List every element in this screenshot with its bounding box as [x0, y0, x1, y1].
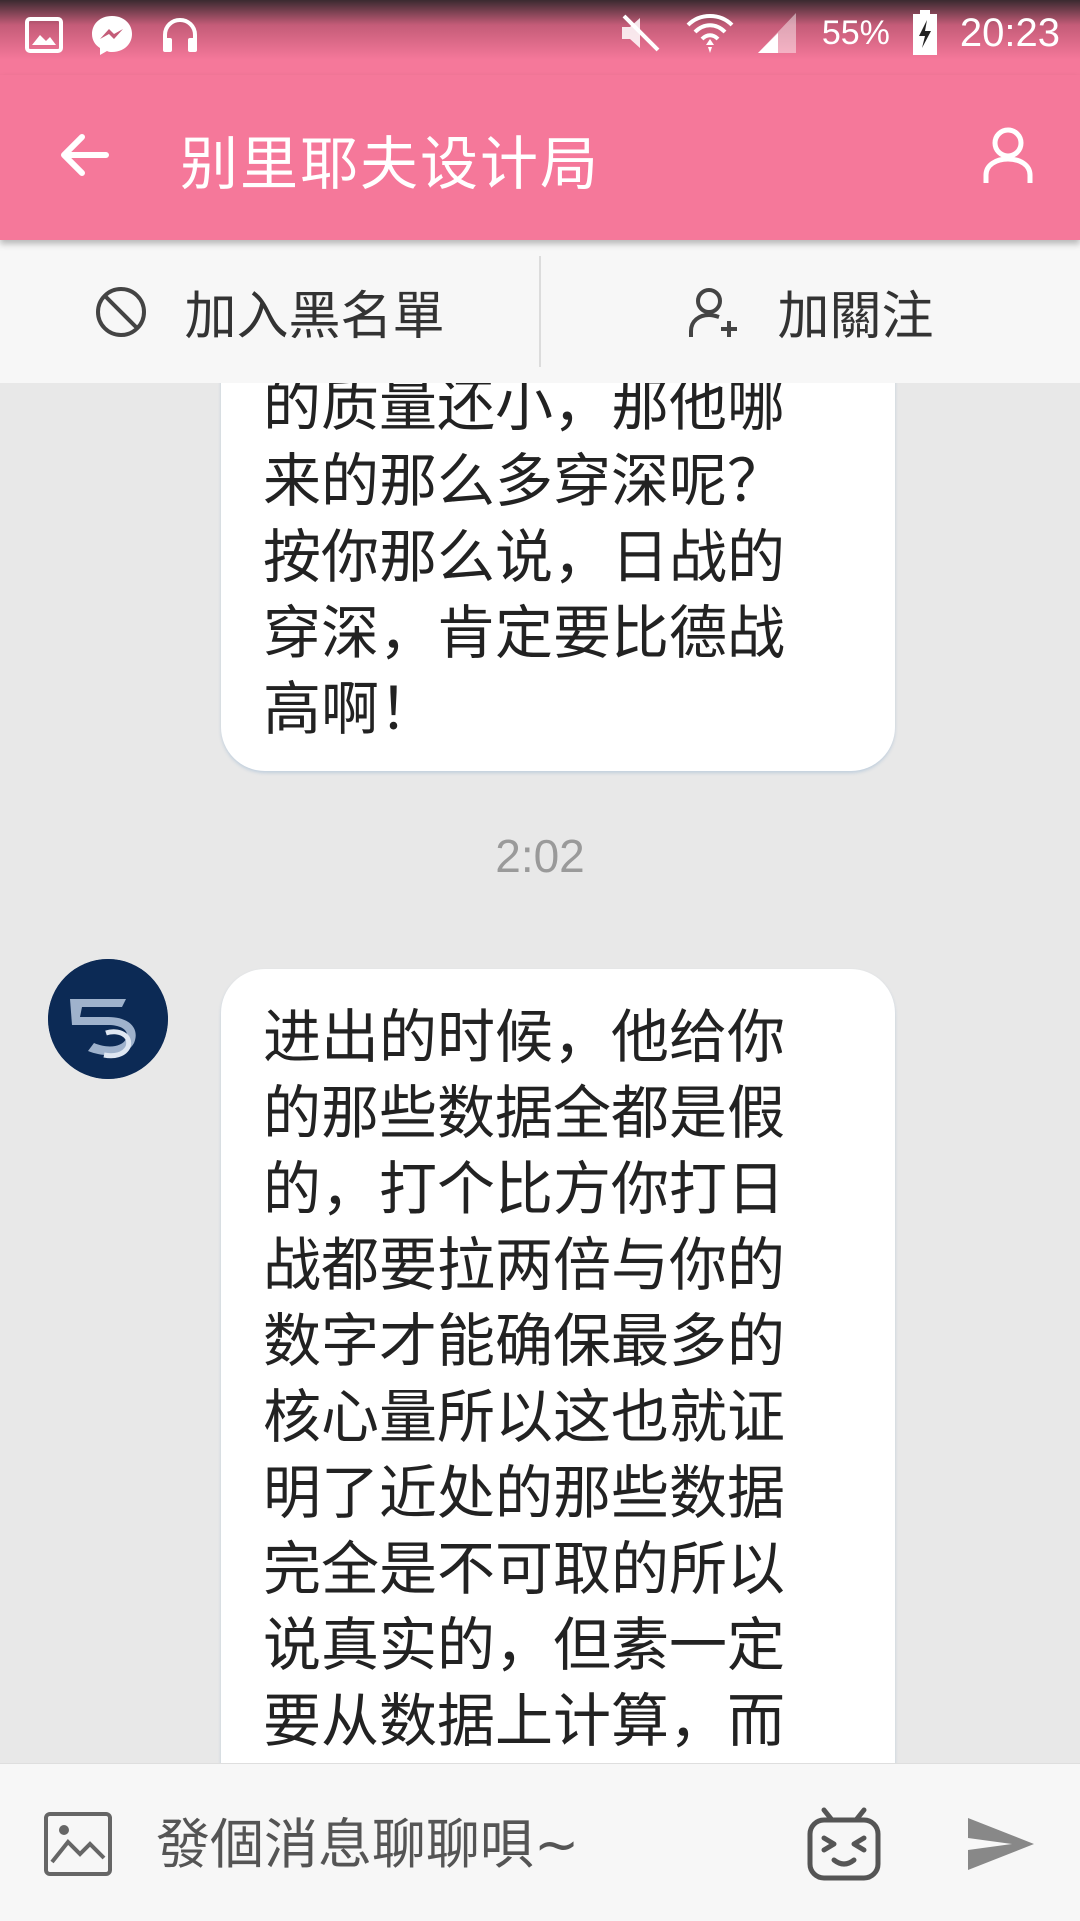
avatar[interactable] [48, 959, 168, 1079]
mute-icon [621, 14, 660, 52]
battery-percent: 55% [821, 13, 890, 52]
message-list[interactable]: 的质量还小，那他哪 来的那么多穿深呢？ 按你那么说，日战的 穿深，肯定要比德战 … [0, 383, 1080, 1763]
app-bar: 别里耶夫设计局 [0, 75, 1080, 240]
blacklist-label: 加入黑名單 [184, 287, 445, 347]
back-arrow-icon[interactable] [54, 125, 114, 185]
profile-icon[interactable] [980, 125, 1036, 185]
battery-charging-icon [912, 10, 937, 55]
send-icon[interactable] [966, 1814, 1036, 1874]
follow-label: 加關注 [777, 287, 934, 347]
action-bar: 加入黑名單 加關注 [0, 240, 1080, 383]
gallery-notification-icon [25, 17, 63, 53]
message-bubble[interactable]: 进出的时候，他给你 的那些数据全都是假 的，打个比方你打日 战都要拉两倍与你的 … [221, 969, 895, 1763]
message-input[interactable] [156, 1804, 776, 1884]
signal-icon [757, 13, 796, 53]
message-bubble[interactable]: 的质量还小，那他哪 来的那么多穿深呢？ 按你那么说，日战的 穿深，肯定要比德战 … [221, 383, 895, 771]
follow-button[interactable]: 加關注 [541, 240, 1080, 383]
wifi-icon [686, 14, 734, 53]
add-user-icon [689, 287, 738, 337]
emoji-icon[interactable] [806, 1806, 882, 1882]
page-title: 别里耶夫设计局 [180, 130, 601, 198]
clock: 20:23 [959, 10, 1060, 55]
messenger-notification-icon [92, 16, 132, 55]
block-icon [96, 286, 147, 337]
headphones-notification-icon [163, 17, 197, 52]
status-bar: 55% 20:23 [0, 0, 1080, 75]
compose-bar [0, 1763, 1080, 1921]
message-timestamp: 2:02 [495, 830, 585, 882]
add-to-blacklist-button[interactable]: 加入黑名單 [0, 240, 539, 383]
avatar-logo-icon [48, 959, 168, 1079]
image-attach-icon[interactable] [42, 1808, 114, 1880]
